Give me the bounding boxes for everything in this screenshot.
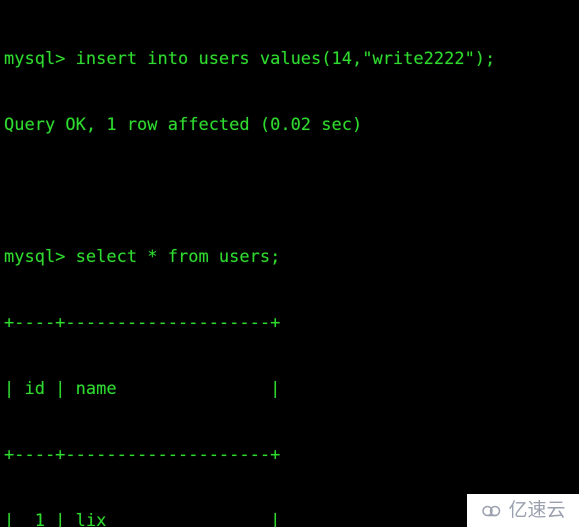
cloud-icon <box>482 505 501 516</box>
terminal-line-insert-result: Query OK, 1 row affected (0.02 sec) <box>4 115 363 135</box>
terminal-screen: mysql> insert into users values(14,"writ… <box>0 0 579 527</box>
terminal-output[interactable]: mysql> insert into users values(14,"writ… <box>0 0 579 527</box>
table-header-row: | id | name | <box>4 379 281 399</box>
terminal-line-select-command: mysql> select * from users; <box>4 247 281 267</box>
terminal-line-insert-command: mysql> insert into users values(14,"writ… <box>4 49 496 69</box>
watermark: 亿速云 <box>467 494 579 527</box>
watermark-text: 亿速云 <box>508 499 566 521</box>
table-border-top: +----+--------------------+ <box>4 313 281 333</box>
table-border-header: +----+--------------------+ <box>4 445 281 465</box>
